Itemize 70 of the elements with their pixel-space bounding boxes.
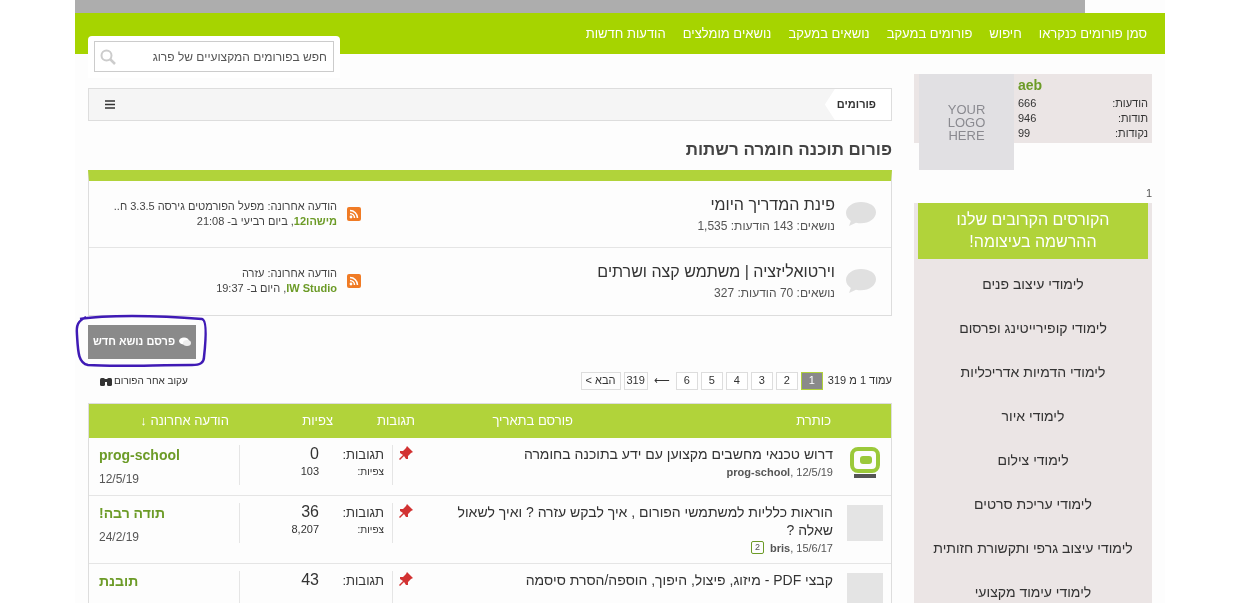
topic-date: , 15/6/17 — [790, 541, 833, 554]
page-link[interactable]: 6 — [675, 371, 698, 390]
views-label: צפיות: — [356, 465, 384, 479]
post-time: , היום ב- 19:37 — [216, 282, 287, 294]
search-field[interactable]: חפש בפורומים המקצועיים של פרוג — [94, 41, 334, 72]
menu-icon[interactable] — [105, 100, 115, 109]
course-link[interactable]: לימודי צילום — [918, 441, 1148, 479]
subforum-title[interactable]: פינת המדריך היומי — [371, 192, 835, 217]
stat-label: הודעות: — [1112, 96, 1148, 111]
replies-count: 43 — [300, 571, 319, 589]
topic-date: , 12/5/19 — [790, 465, 833, 478]
course-link[interactable]: לימודי עימוד מקצועי — [918, 573, 1148, 603]
binoculars-icon — [100, 375, 112, 386]
avatar-placeholder — [847, 573, 883, 603]
course-link[interactable]: לימודי עיצוב פנים — [918, 265, 1148, 303]
replies-count: 36 — [300, 502, 319, 521]
last-post-date: 24/2/19 — [99, 528, 140, 546]
course-link[interactable]: לימודי עריכת סרטים — [918, 485, 1148, 523]
logo-icon — [848, 446, 882, 481]
subforum-stats: נושאים: 143 הודעות: 1,535 — [696, 217, 835, 235]
counter-text: 1 — [1145, 187, 1152, 199]
speech-bubble-icon — [845, 268, 877, 294]
page-link[interactable]: 2 — [775, 371, 798, 390]
replies-label: תגובות: — [341, 445, 384, 464]
replies-count: 0 — [309, 444, 319, 463]
last-post-text: הודעה אחרונה: עזרה — [240, 266, 337, 281]
speech-bubble-icon — [845, 200, 877, 227]
last-post-date: 12/5/19 — [99, 470, 140, 488]
follow-forum-link[interactable]: עקוב אחר הפורום — [100, 373, 188, 388]
views-count: 8,207 — [290, 521, 319, 537]
last-post-text: הודעה אחרונה: מפעל הפורמטים גירסה 3.3.5 ח.. — [112, 198, 337, 214]
ellipsis-arrow: ⟵ — [652, 373, 671, 389]
logo-text: YOUR LOGO HERE — [946, 102, 987, 142]
stat-value: 99 — [1018, 126, 1031, 141]
topic-title[interactable]: קבצי PDF - מיזוג, פיצול, היפוך, הוספה/הסרת סיסמה — [419, 571, 833, 589]
page-link[interactable]: 4 — [725, 371, 748, 390]
avatar-placeholder — [847, 504, 883, 541]
pushpin-icon — [398, 444, 414, 461]
page-badge[interactable]: 2 — [750, 541, 764, 555]
next-page-link[interactable]: הבא > — [580, 371, 621, 390]
stat-value: 946 — [1018, 111, 1037, 126]
views-label: צפיות: — [356, 523, 384, 537]
replies-label: תגובות: — [341, 503, 384, 522]
views-count: 103 — [299, 463, 319, 479]
stat-label: נקודות: — [1114, 126, 1148, 141]
courses-header: הקורסים הקרובים שלנו ההרשמה בעיצומה! — [918, 203, 1148, 259]
subforum-title[interactable]: וירטואליזציה | משתמש קצה ושרתים — [371, 260, 835, 284]
page-link[interactable]: 319 — [623, 371, 648, 390]
course-link[interactable]: לימודי איור — [918, 397, 1148, 435]
speech-bubbles-icon — [179, 336, 192, 347]
forum-title: פורום תוכנה חומרה רשתות — [684, 139, 892, 161]
pushpin-icon — [398, 502, 414, 519]
course-link[interactable]: לימודי עיצוב גרפי ותקשורת חזותית — [918, 529, 1148, 567]
stat-label: תודות: — [1117, 111, 1148, 126]
pagination-label: עמוד 1 מ 319 — [827, 373, 892, 389]
breadcrumb-link[interactable]: פורומים — [824, 89, 891, 120]
page-link[interactable]: 5 — [700, 371, 723, 390]
pushpin-icon — [398, 571, 414, 587]
page-link[interactable]: 3 — [750, 371, 773, 390]
search-icon[interactable] — [100, 49, 116, 65]
topic-title[interactable]: דרוש טכנאי מחשבים מקצוען עם ידע בתוכנה בחומרה — [419, 444, 833, 463]
course-link[interactable]: לימודי קופירייטינג ופרסום — [918, 309, 1148, 347]
stat-value: 666 — [1018, 96, 1037, 111]
rss-icon[interactable] — [347, 274, 361, 288]
replies-label: תגובות: — [341, 572, 384, 590]
course-link[interactable]: לימודי הדמיות אדריכליות — [918, 353, 1148, 391]
rss-icon[interactable] — [347, 206, 361, 221]
subforum-stats: נושאים: 70 הודעות: 327 — [713, 285, 835, 302]
post-time: , ביום רביעי ב- 21:08 — [196, 214, 294, 227]
topic-title[interactable]: הוראות כלליות למשתמשי הפורום , איך לבקש עזרה ? ואיך לשאול שאלה ? — [419, 502, 833, 539]
